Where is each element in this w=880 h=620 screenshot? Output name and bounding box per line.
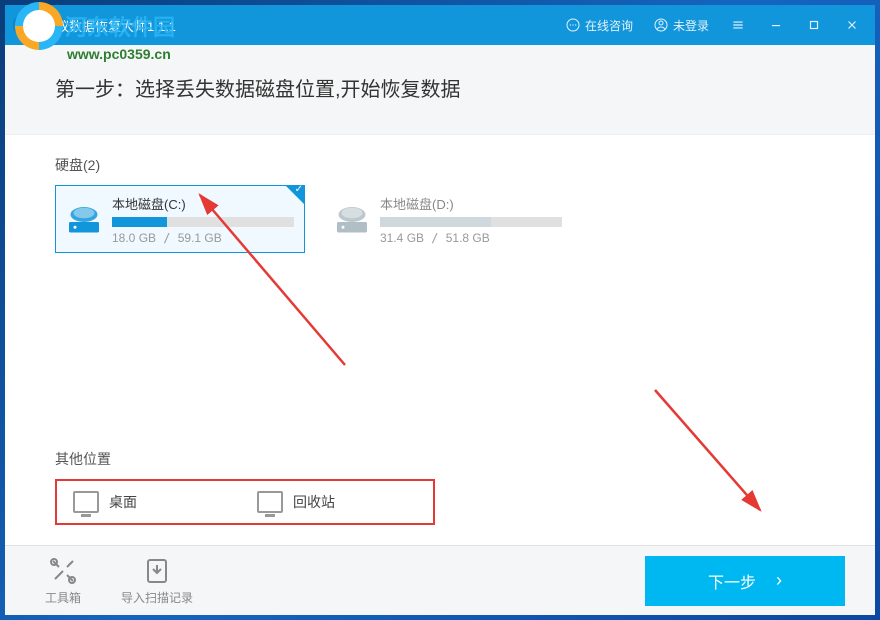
disk-name: 本地磁盘(C:) <box>112 194 294 213</box>
disk-name: 本地磁盘(D:) <box>380 194 562 213</box>
desktop-location[interactable]: 桌面 <box>61 485 245 519</box>
import-icon <box>141 555 173 587</box>
consult-button[interactable]: 在线咨询 <box>559 13 639 38</box>
recycle-location[interactable]: 回收站 <box>245 485 429 519</box>
maximize-icon <box>807 18 821 32</box>
chevron-right-icon: › <box>776 570 782 591</box>
menu-button[interactable] <box>723 10 753 40</box>
close-icon <box>845 18 859 32</box>
chat-icon <box>565 17 581 33</box>
disk-icon <box>66 201 102 237</box>
toolbox-button[interactable]: 工具箱 <box>45 555 81 606</box>
step-title: 第一步：选择丢失数据磁盘位置,开始恢复数据 <box>55 73 825 102</box>
close-button[interactable] <box>837 10 867 40</box>
tools-icon <box>47 555 79 587</box>
app-title: 蚂蚁数据恢复大师1.1.1 <box>43 16 559 35</box>
disk-usage-bar <box>380 217 562 227</box>
content-area: 硬盘(2) 本地磁盘(C:) 18.0 GB / 59.1 GB <box>5 135 875 545</box>
disks-label: 硬盘(2) <box>55 155 825 175</box>
step-header: 第一步：选择丢失数据磁盘位置,开始恢复数据 <box>5 45 875 135</box>
disk-list: 本地磁盘(C:) 18.0 GB / 59.1 GB 本地磁盘(D:) 31.4… <box>55 185 825 253</box>
app-icon <box>13 14 35 36</box>
minimize-button[interactable] <box>761 10 791 40</box>
maximize-button[interactable] <box>799 10 829 40</box>
titlebar: 蚂蚁数据恢复大师1.1.1 在线咨询 未登录 <box>5 5 875 45</box>
login-button[interactable]: 未登录 <box>647 13 715 38</box>
disk-usage-bar <box>112 217 294 227</box>
footer: 工具箱 导入扫描记录 下一步 › <box>5 545 875 615</box>
disk-icon <box>334 201 370 237</box>
import-scan-button[interactable]: 导入扫描记录 <box>121 555 193 606</box>
monitor-icon <box>257 491 283 513</box>
other-locations-highlight: 桌面 回收站 <box>55 479 435 525</box>
disk-size: 31.4 GB / 51.8 GB <box>380 231 562 245</box>
app-window: 蚂蚁数据恢复大师1.1.1 在线咨询 未登录 第一 <box>5 5 875 615</box>
minimize-icon <box>769 18 783 32</box>
disk-card-d[interactable]: 本地磁盘(D:) 31.4 GB / 51.8 GB <box>323 185 573 253</box>
user-icon <box>653 17 669 33</box>
disk-size: 18.0 GB / 59.1 GB <box>112 231 294 245</box>
monitor-icon <box>73 491 99 513</box>
next-button[interactable]: 下一步 › <box>645 556 845 606</box>
other-label: 其他位置 <box>55 449 825 469</box>
disk-card-c[interactable]: 本地磁盘(C:) 18.0 GB / 59.1 GB <box>55 185 305 253</box>
menu-icon <box>731 18 745 32</box>
